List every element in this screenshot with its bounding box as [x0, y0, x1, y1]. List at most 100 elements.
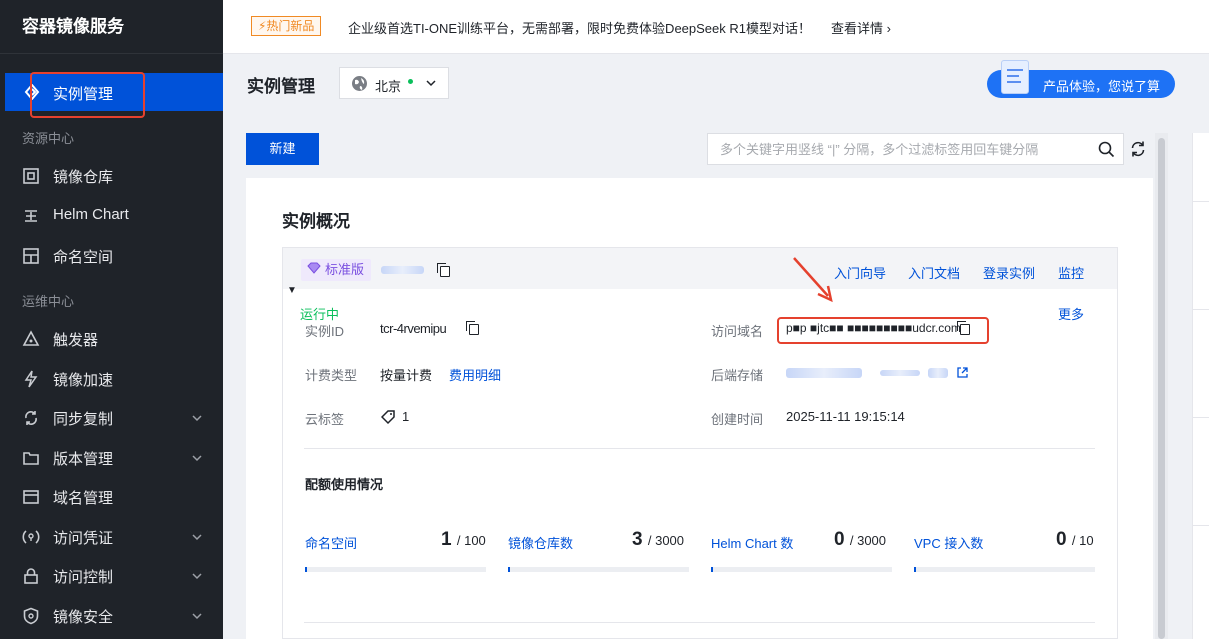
right-side-panel: [1192, 133, 1209, 639]
region-select[interactable]: 北京: [339, 67, 449, 99]
sync-icon: [25, 411, 37, 425]
quota-progress-bar: [914, 567, 1095, 572]
sidebar-item-access-credential[interactable]: 访问凭证: [0, 518, 223, 556]
feedback-label: 产品体验，您说了算: [1043, 79, 1161, 94]
created-time-label: 创建时间: [711, 412, 764, 427]
sidebar-item-label: 域名管理: [53, 490, 114, 507]
quota-namespace-label[interactable]: 命名空间: [305, 533, 357, 552]
shield-icon: [23, 607, 39, 625]
banner-text: 企业级首选TI-ONE训练平台，无需部署，限时免费体验DeepSeek R1模型…: [348, 21, 811, 36]
quota-total: / 3000: [647, 533, 685, 548]
quota-helm-chart-label[interactable]: Helm Chart 数: [711, 533, 793, 552]
quota-used: 0: [834, 529, 845, 550]
sidebar-item-sync-replication[interactable]: 同步复制: [0, 399, 223, 437]
sidebar-item-domain-management[interactable]: 域名管理: [0, 478, 223, 516]
sidebar-item-label: Helm Chart: [53, 206, 129, 223]
globe-icon: [352, 76, 367, 91]
monitor-link[interactable]: 监控: [1058, 263, 1084, 282]
quota-repository-value: 3 / 3000: [632, 529, 684, 551]
more-link[interactable]: 更多: [1058, 304, 1084, 323]
namespace-icon: [23, 248, 39, 264]
new-instance-button[interactable]: 新建: [246, 133, 319, 165]
domain-icon: [23, 490, 39, 504]
tag-icon[interactable]: [381, 410, 396, 425]
cloud-tag-label: 云标签: [305, 412, 345, 427]
sidebar-item-namespace[interactable]: 命名空间: [0, 237, 223, 275]
trigger-icon: [22, 330, 40, 346]
quota-total: / 10: [1071, 533, 1094, 548]
copy-icon[interactable]: [437, 263, 450, 277]
quota-vpc-label[interactable]: VPC 接入数: [914, 533, 983, 552]
instance-id-value: tcr-4rvemipu: [380, 321, 447, 336]
annotation-highlight-box: [777, 317, 989, 344]
edition-label: 标准版: [325, 262, 365, 277]
quota-used: 0: [1056, 529, 1067, 550]
edition-badge: 标准版: [301, 259, 372, 281]
repository-icon: [23, 168, 39, 184]
sidebar-item-version-management[interactable]: 版本管理: [0, 439, 223, 477]
banner-details-link[interactable]: 查看详情 ›: [831, 18, 891, 37]
quota-total: / 3000: [849, 533, 887, 548]
sidebar-item-helm-chart[interactable]: Helm Chart: [0, 197, 223, 235]
lightning-icon: [24, 370, 38, 388]
divider: [304, 622, 1095, 623]
quota-progress-fill: [305, 567, 307, 572]
quota-progress-bar: [508, 567, 689, 572]
sidebar-item-label: 访问凭证: [53, 530, 114, 547]
copy-icon[interactable]: [466, 321, 479, 335]
quota-used: 1: [441, 529, 452, 550]
backend-storage-label: 后端存储: [711, 368, 764, 383]
helm-icon: [25, 210, 37, 222]
sidebar-group-ops: 运维中心: [22, 294, 75, 309]
getting-started-docs-link[interactable]: 入门文档: [908, 263, 960, 282]
folder-icon: [23, 452, 39, 465]
billing-type-label: 计费类型: [305, 368, 358, 383]
sidebar-group-resource: 资源中心: [22, 131, 75, 146]
masked-storage-bucket: [880, 370, 920, 376]
getting-started-guide-link[interactable]: 入门向导: [834, 263, 886, 282]
sidebar-item-trigger[interactable]: 触发器: [0, 320, 223, 358]
search-icon[interactable]: [1098, 141, 1115, 158]
created-time-value: 2025-11-11 19:15:14: [786, 409, 905, 424]
credential-icon: [22, 530, 40, 544]
chevron-down-icon: [192, 534, 202, 541]
divider: [304, 448, 1095, 449]
sidebar-item-access-control[interactable]: 访问控制: [0, 557, 223, 595]
sidebar-item-label: 镜像加速: [53, 372, 114, 389]
sidebar-item-label: 同步复制: [53, 411, 114, 428]
lock-icon: [24, 568, 38, 584]
chevron-down-icon: [192, 573, 202, 580]
quota-progress-bar: [305, 567, 486, 572]
sidebar-item-image-acceleration[interactable]: 镜像加速: [0, 360, 223, 398]
annotation-arrow: [793, 257, 833, 303]
sidebar-item-repository[interactable]: 镜像仓库: [0, 157, 223, 195]
promo-banner: ⚡热门新品 企业级首选TI-ONE训练平台，无需部署，限时免费体验DeepSee…: [223, 0, 1209, 54]
refresh-icon[interactable]: [1129, 140, 1147, 158]
search-input[interactable]: [708, 134, 1088, 164]
instance-panel: [282, 247, 1118, 639]
billing-type-value: 按量计费: [380, 368, 433, 383]
collapse-caret-icon[interactable]: ▼: [287, 285, 297, 296]
sidebar-item-label: 访问控制: [53, 569, 114, 586]
scrollbar-thumb[interactable]: [1158, 138, 1165, 639]
sidebar-item-label: 版本管理: [53, 451, 114, 468]
login-instance-link[interactable]: 登录实例: [983, 263, 1035, 282]
billing-details-link[interactable]: 费用明细: [449, 365, 501, 384]
quota-progress-fill: [508, 567, 510, 572]
diamond-icon: [307, 262, 321, 274]
survey-icon: [1001, 60, 1029, 94]
page-title: 实例管理: [247, 77, 315, 96]
quota-used: 3: [632, 529, 643, 550]
app-title: 容器镜像服务: [0, 0, 223, 54]
overview-title: 实例概况: [282, 212, 350, 231]
instance-id-label: 实例ID: [305, 324, 345, 339]
quota-vpc-value: 0 / 10: [1056, 529, 1094, 551]
region-label: 北京: [375, 79, 402, 94]
masked-instance-name: [381, 266, 424, 274]
external-link-icon[interactable]: [957, 367, 968, 378]
quota-helm-chart-value: 0 / 3000: [834, 529, 886, 551]
feedback-button[interactable]: 产品体验，您说了算: [987, 60, 1175, 98]
quota-repository-label[interactable]: 镜像仓库数: [508, 533, 573, 552]
quota-progress-fill: [914, 567, 916, 572]
sidebar-item-image-security[interactable]: 镜像安全: [0, 597, 223, 635]
